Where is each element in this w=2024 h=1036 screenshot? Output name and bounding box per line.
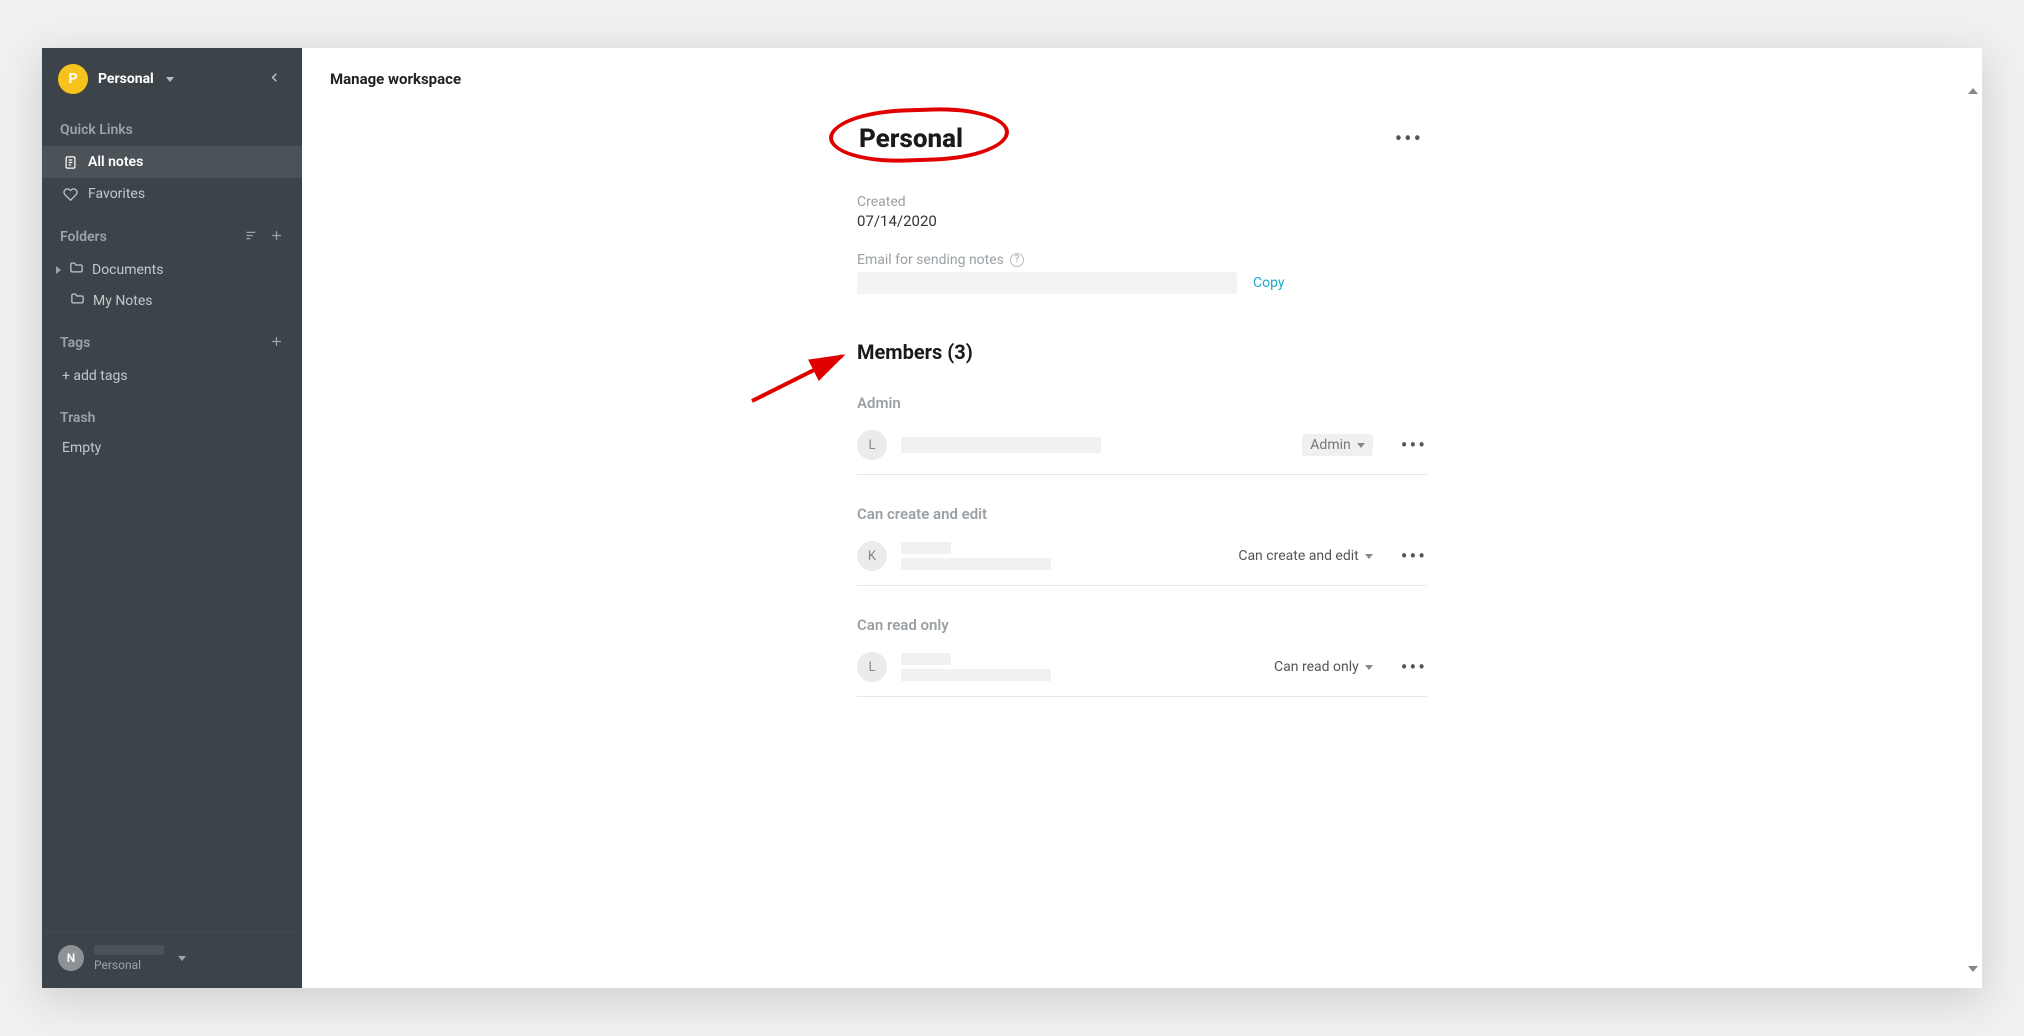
member-row-editor: K Can create and edit •••: [857, 523, 1427, 586]
main-content: Manage workspace Personal ••• Created 07…: [302, 48, 1982, 988]
chevron-down-icon: [1365, 554, 1373, 559]
user-avatar: N: [58, 945, 84, 971]
heart-icon: [62, 187, 78, 202]
email-label-text: Email for sending notes: [857, 252, 1004, 268]
chevron-down-icon: [166, 77, 174, 82]
sidebar: P Personal Quick Links All notes Favorit…: [42, 48, 302, 988]
app-frame: P Personal Quick Links All notes Favorit…: [42, 48, 1982, 988]
folder-my-notes[interactable]: My Notes: [42, 285, 302, 316]
collapse-sidebar-button[interactable]: [263, 65, 286, 94]
role-selector[interactable]: Can read only: [1274, 659, 1373, 675]
chevron-right-icon: [56, 266, 61, 274]
help-icon[interactable]: ?: [1010, 253, 1024, 267]
email-label: Email for sending notes ?: [857, 252, 1427, 268]
member-more-button[interactable]: •••: [1401, 433, 1427, 457]
quick-links-heading: Quick Links: [42, 104, 302, 146]
created-block: Created 07/14/2020: [857, 194, 1427, 230]
folder-label: My Notes: [93, 293, 153, 309]
member-avatar: L: [857, 652, 887, 682]
add-tag-icon[interactable]: [269, 334, 284, 352]
tags-heading: Tags: [42, 316, 302, 360]
sidebar-item-label: All notes: [88, 154, 143, 170]
member-avatar: K: [857, 541, 887, 571]
group-admin-label: Admin: [857, 394, 1427, 412]
role-label: Can create and edit: [1238, 548, 1358, 564]
email-block: Email for sending notes ? Copy: [857, 252, 1427, 294]
scrollbar-up-icon[interactable]: [1966, 88, 1980, 102]
member-name-redacted: [901, 653, 1051, 681]
user-name-redacted: [94, 945, 164, 955]
member-row-reader: L Can read only •••: [857, 634, 1427, 697]
members-heading-text: Members (3): [857, 340, 973, 364]
chevron-down-icon: [1357, 443, 1365, 448]
role-label: Can read only: [1274, 659, 1359, 675]
annotation-arrow: [747, 346, 857, 406]
chevron-down-icon: [178, 956, 186, 961]
workspace-settings: Personal ••• Created 07/14/2020 Email fo…: [857, 98, 1427, 737]
folder-label: Documents: [92, 262, 163, 278]
group-reader-label: Can read only: [857, 616, 1427, 634]
title-row: Personal •••: [857, 118, 1427, 160]
created-value: 07/14/2020: [857, 212, 1427, 230]
role-selector[interactable]: Can create and edit: [1238, 548, 1372, 564]
member-avatar: L: [857, 430, 887, 460]
page-header: Manage workspace: [302, 48, 1982, 98]
sidebar-item-label: Favorites: [88, 186, 145, 202]
folder-icon: [70, 291, 85, 310]
member-name-redacted: [901, 437, 1101, 453]
created-label: Created: [857, 194, 1427, 210]
tags-heading-label: Tags: [60, 335, 90, 351]
copy-email-button[interactable]: Copy: [1253, 275, 1285, 291]
sidebar-item-all-notes[interactable]: All notes: [42, 146, 302, 178]
user-workspace-label: Personal: [94, 958, 164, 972]
workspace-more-button[interactable]: •••: [1395, 127, 1427, 152]
sort-icon[interactable]: [244, 228, 259, 246]
user-block: Personal: [94, 945, 164, 972]
folder-icon: [69, 260, 84, 279]
folder-documents[interactable]: Documents: [42, 254, 302, 285]
note-icon: [62, 155, 78, 170]
trash-empty[interactable]: Empty: [42, 434, 302, 462]
workspace-title[interactable]: Personal: [857, 118, 965, 160]
role-selector[interactable]: Admin: [1302, 434, 1372, 456]
add-tags-button[interactable]: + add tags: [42, 360, 302, 392]
sidebar-item-favorites[interactable]: Favorites: [42, 178, 302, 210]
member-more-button[interactable]: •••: [1401, 544, 1427, 568]
group-editor-label: Can create and edit: [857, 505, 1427, 523]
scrollbar-down-icon[interactable]: [1966, 966, 1980, 980]
user-switcher[interactable]: N Personal: [42, 932, 302, 988]
trash-heading: Trash: [42, 392, 302, 434]
folders-heading-label: Folders: [60, 229, 107, 245]
member-more-button[interactable]: •••: [1401, 655, 1427, 679]
members-heading: Members (3): [857, 340, 1427, 364]
member-name-redacted: [901, 542, 1051, 570]
workspace-switcher[interactable]: P Personal: [42, 48, 302, 104]
workspace-avatar: P: [58, 64, 88, 94]
email-value-redacted: [857, 272, 1237, 294]
role-label: Admin: [1310, 437, 1350, 453]
folders-heading: Folders: [42, 210, 302, 254]
chevron-down-icon: [1365, 665, 1373, 670]
workspace-name: Personal: [98, 71, 154, 87]
add-folder-icon[interactable]: [269, 228, 284, 246]
member-row-admin: L Admin •••: [857, 412, 1427, 475]
